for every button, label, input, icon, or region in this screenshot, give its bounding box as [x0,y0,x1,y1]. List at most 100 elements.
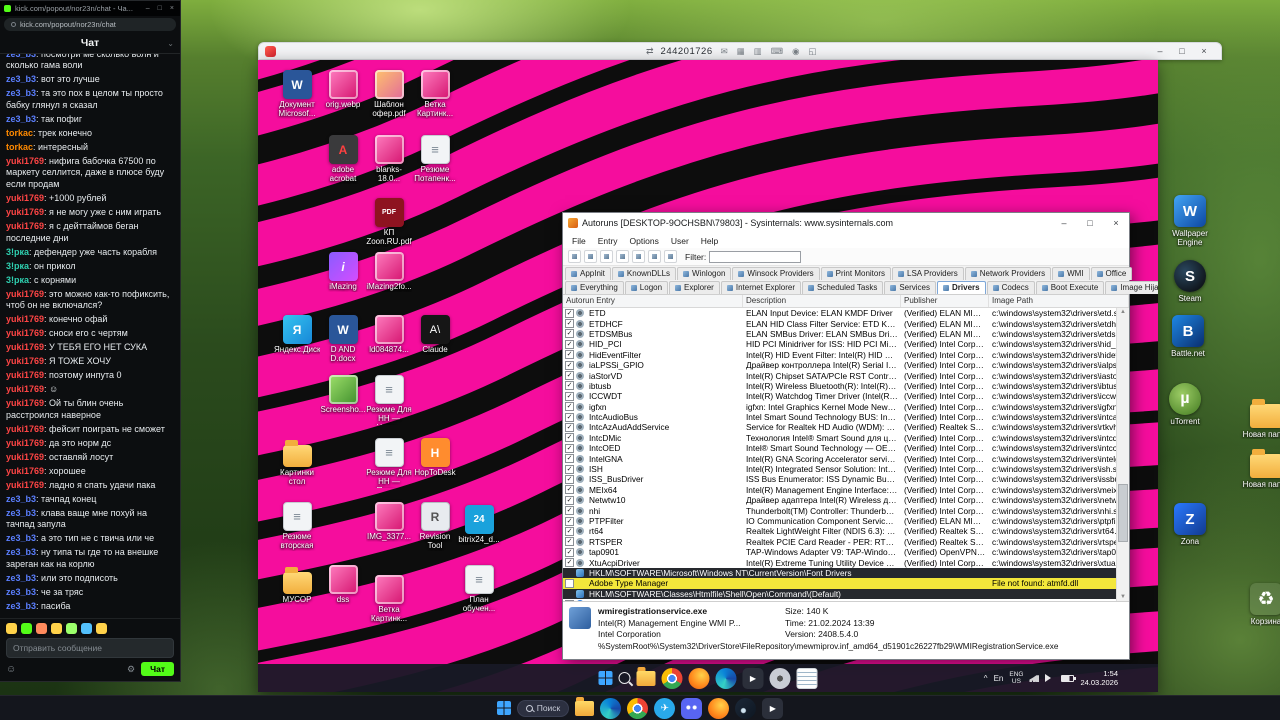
autoruns-titlebar[interactable]: Autoruns [DESKTOP-9OCHSBN\79803] - Sysin… [563,213,1129,233]
tab[interactable]: Office [1090,267,1133,280]
autoruns-row[interactable]: IntelGNA Intel(R) GNA Scoring Accelerato… [563,453,1116,464]
chat-username[interactable]: yuki1769 [6,289,49,299]
tab[interactable]: Boot Execute [1035,281,1105,294]
menu-item[interactable]: Options [624,236,665,246]
emote-icon[interactable] [96,623,107,634]
close-button[interactable]: × [168,5,176,12]
autoruns-row[interactable]: ETDHCF ELAN HID Class Filter Service: ET… [563,318,1116,329]
chat-username[interactable]: ze3_b3 [6,587,41,597]
enabled-checkbox[interactable] [565,495,574,505]
session-action-icon[interactable]: ◱ [808,46,818,57]
tab[interactable]: Internet Explorer [720,281,801,294]
chat-username[interactable]: yuki1769 [6,452,49,462]
enabled-checkbox[interactable] [565,485,574,495]
desktop-icon[interactable]: A adobe acrobat [320,135,366,184]
chat-settings-gear-icon[interactable]: ⚙ [127,664,135,675]
enabled-checkbox[interactable] [565,464,574,474]
language-indicator[interactable]: ENG US [1009,671,1023,685]
desktop-icon[interactable]: Ветка Картинк... [412,70,458,119]
desktop-icon[interactable]: ≡ Резюме Потапенк... [412,135,458,184]
desktop-icon[interactable]: 24 bitrix24_d... [456,505,502,545]
desktop-icon[interactable]: W D AND D.docx [320,315,366,364]
autoruns-row[interactable]: HKLM\SOFTWARE\Microsoft\Windows NT\Curre… [563,567,1116,579]
column-header-description[interactable]: Description [743,295,901,307]
desktop-icon[interactable]: IMG_3377... [366,502,412,542]
session-action-icon[interactable]: ✉ [720,46,729,57]
maximize-button[interactable]: □ [156,5,164,12]
enabled-checkbox[interactable] [565,558,574,568]
minimize-button[interactable]: – [1149,46,1171,56]
chat-username[interactable]: yuki1769 [6,356,49,366]
chat-username[interactable]: ze3_b3 [6,601,41,611]
taskbar-app-icon[interactable] [681,697,703,719]
tab[interactable]: Winlogon [677,267,732,280]
autoruns-row[interactable]: IntcAudioBus Intel Smart Sound Technolog… [563,412,1116,422]
chat-username[interactable]: yuki1769 [6,328,49,338]
chat-username[interactable]: ze3_b3 [6,573,41,583]
desktop-icon[interactable]: dss [320,565,366,605]
start-button[interactable] [496,701,511,715]
desktop-icon[interactable]: H HopToDesk [412,438,458,478]
chat-username[interactable]: ze3_b3 [6,494,41,504]
toolbar-button[interactable] [648,250,661,263]
maximize-button[interactable]: □ [1171,46,1193,56]
enabled-checkbox[interactable] [565,381,574,391]
chat-username[interactable]: yuki1769 [6,370,49,380]
autoruns-row[interactable]: rt64 Realtek LightWeight Filter (NDIS 6.… [563,526,1116,536]
autoruns-row[interactable]: Netwtw10 Драйвер адаптера Intel(R) Wirel… [563,495,1116,505]
enabled-checkbox[interactable] [565,308,574,318]
autoruns-row[interactable]: HID_PCI HID PCI Minidriver for ISS: HID … [563,339,1116,349]
tab[interactable]: Drivers [937,281,986,294]
chat-username[interactable]: 3!рка [6,275,34,285]
minimize-button[interactable]: – [144,5,152,12]
desktop-icon[interactable]: ld084874... [366,315,412,355]
tab[interactable]: Logon [624,281,669,294]
chat-username[interactable]: ze3_b3 [6,54,41,59]
chat-username[interactable]: yuki1769 [6,466,49,476]
session-action-icon[interactable]: ⌨ [770,46,784,57]
autoruns-row[interactable]: Adobe Type Manager File not found: atmfd… [563,578,1116,589]
enabled-checkbox[interactable] [565,360,574,370]
enabled-checkbox[interactable] [565,578,574,588]
autoruns-row[interactable]: iaLPSSi_GPIO Драйвер контроллера Intel(R… [563,360,1116,370]
desktop-icon[interactable]: Шаблон офер.pdf [366,70,412,119]
session-action-icon[interactable]: ▦ [736,46,746,57]
chat-username[interactable]: ze3_b3 [6,547,41,557]
close-button[interactable]: × [1193,46,1215,56]
chat-username[interactable]: torkac [6,128,38,138]
autoruns-row[interactable]: iaStorVD Intel(R) Chipset SATA/PCIe RST … [563,370,1116,381]
enabled-checkbox[interactable] [565,516,574,526]
enabled-checkbox[interactable] [565,371,574,381]
enabled-checkbox[interactable] [565,339,574,349]
chat-username[interactable]: yuki1769 [6,384,49,394]
taskbar-app-icon[interactable] [715,667,737,689]
chat-username[interactable]: 3!рка [6,261,34,271]
remote-session-titlebar[interactable]: ⇄ 244201726 ✉ ▦ ▥ ⌨ ◉ ◱ – □ × [258,42,1222,60]
desktop-icon[interactable]: Ветка Картинк... [366,575,412,624]
enabled-checkbox[interactable] [565,547,574,557]
chat-username[interactable]: yuki1769 [6,207,49,217]
chat-username[interactable]: yuki1769 [6,438,49,448]
session-action-icon[interactable]: ◉ [791,46,800,57]
chat-username[interactable]: yuki1769 [6,156,49,166]
menu-item[interactable]: User [665,236,695,246]
autoruns-row[interactable]: IntcDMic Технология Intel® Smart Sound д… [563,433,1116,443]
site-info-icon[interactable] [11,22,16,27]
chat-message-input[interactable] [6,638,174,658]
battery-icon[interactable] [1061,674,1077,682]
enabled-checkbox[interactable] [565,402,574,412]
taskbar-app-icon[interactable] [575,696,595,716]
session-action-icon[interactable]: ▥ [753,46,763,57]
chat-username[interactable]: torkac [6,142,38,152]
chat-username[interactable]: yuki1769 [6,314,49,324]
chat-username[interactable]: yuki1769 [6,342,49,352]
network-icon[interactable] [1029,675,1040,682]
desktop-icon[interactable]: A\ Claude [412,315,458,355]
chat-username[interactable]: ze3_b3 [6,74,41,84]
menu-item[interactable]: Entry [592,236,624,246]
chat-username[interactable]: ze3_b3 [6,508,41,518]
column-header-image-path[interactable]: Image Path [989,295,1129,307]
minimize-button[interactable]: – [1051,213,1077,233]
taskbar-app-icon[interactable] [769,667,791,689]
chat-send-button[interactable]: Чат [141,662,174,676]
